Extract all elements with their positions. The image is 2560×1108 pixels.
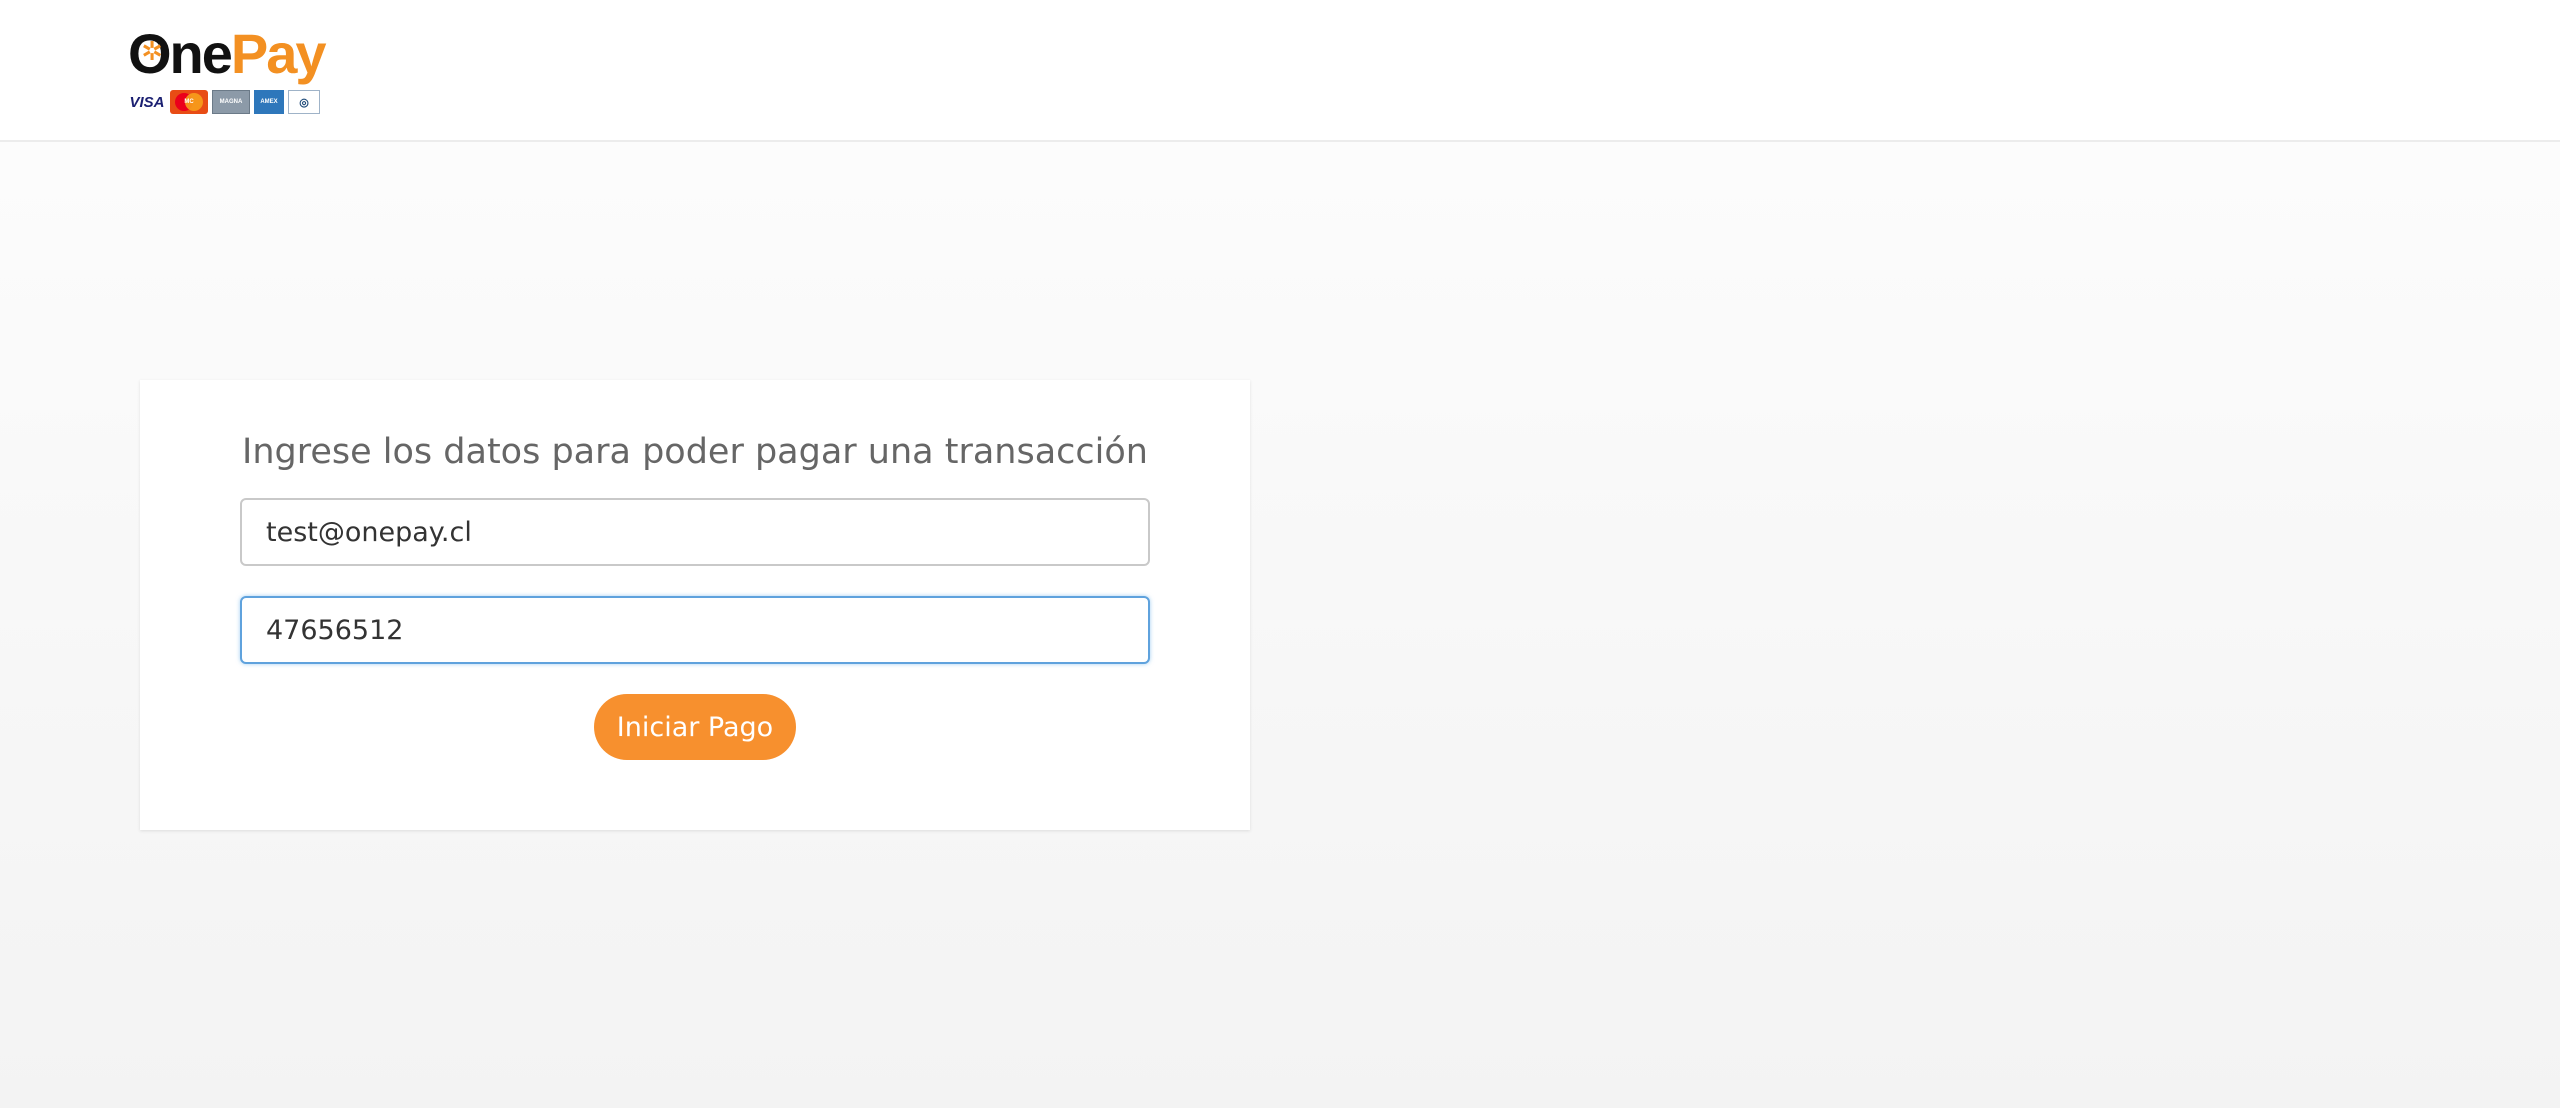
start-payment-button[interactable]: Iniciar Pago (594, 694, 796, 760)
payment-form-panel: Ingrese los datos para poder pagar una t… (140, 380, 1250, 830)
onepay-logo[interactable]: OnePay ✲ VISA MC MAGNA AMEX ◎ (128, 22, 327, 118)
mastercard-icon: MC (170, 90, 208, 114)
visa-card-icon: VISA (128, 90, 166, 114)
site-header: OnePay ✲ VISA MC MAGNA AMEX ◎ (0, 0, 2560, 142)
asterisk-icon: ✲ (141, 37, 163, 67)
form-title: Ingrese los datos para poder pagar una t… (242, 432, 1148, 472)
payment-cards-strip: VISA MC MAGNA AMEX ◎ (128, 89, 320, 115)
email-input[interactable] (240, 498, 1150, 566)
payment-code-input[interactable] (240, 596, 1150, 664)
diners-club-icon: ◎ (288, 90, 320, 114)
logo-text-pay: Pay (230, 22, 327, 85)
magna-card-icon: MAGNA (212, 90, 250, 114)
amex-card-icon: AMEX (254, 90, 284, 114)
